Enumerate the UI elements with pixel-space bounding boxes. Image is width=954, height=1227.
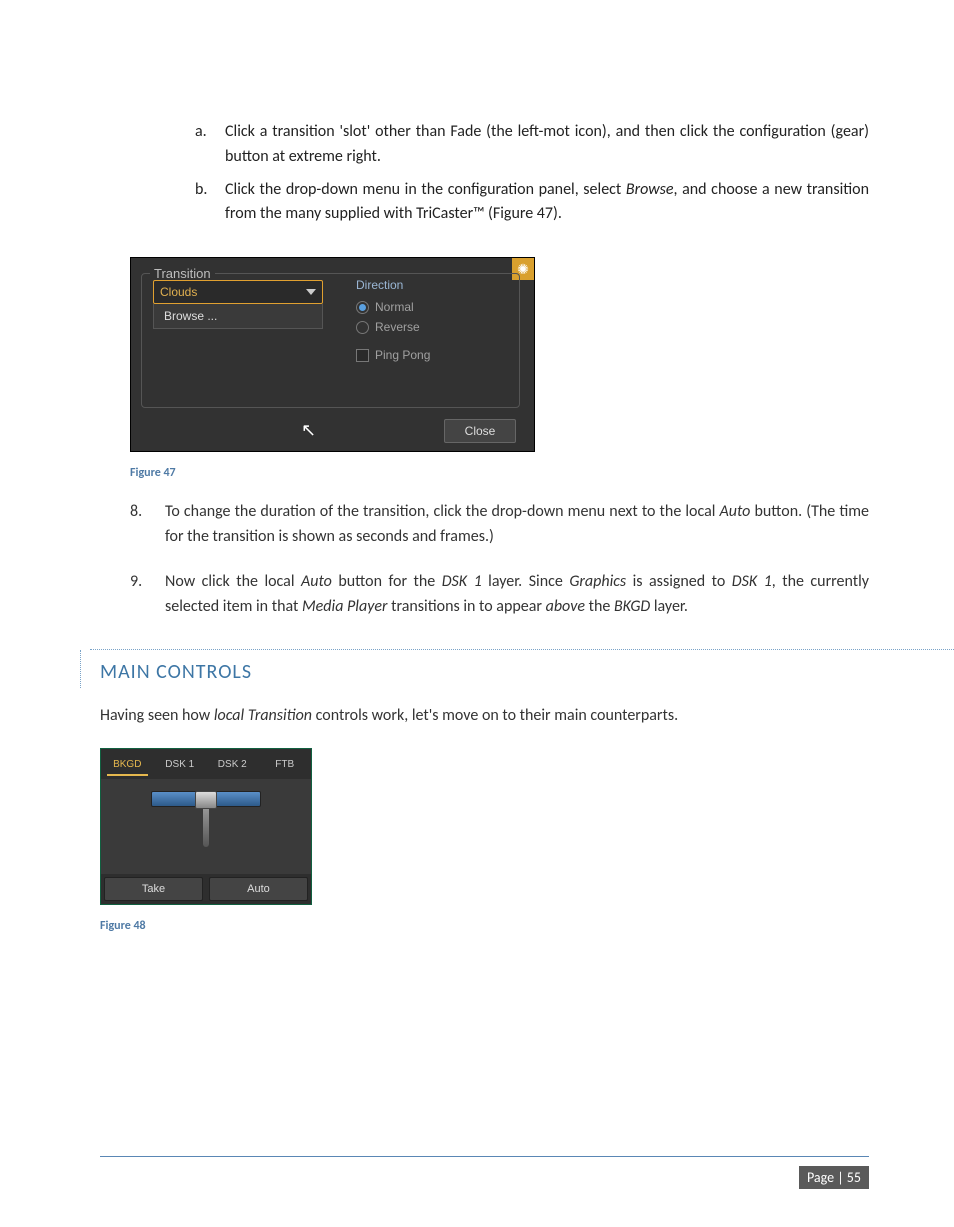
section-heading: MAIN CONTROLS xyxy=(100,650,954,684)
section-paragraph: Having seen how local Transition control… xyxy=(100,704,869,728)
marker-b: b. xyxy=(195,178,225,228)
figure-47-panel: ✺ Transition Clouds Browse ... Direction… xyxy=(130,257,535,452)
t9e: layer. Since xyxy=(482,572,570,591)
pb: local Transition xyxy=(214,706,312,725)
button-row: Take Auto xyxy=(101,874,311,904)
figure-48-caption: Figure 48 xyxy=(100,919,869,933)
chevron-down-icon xyxy=(306,289,316,295)
t9k: transitions in to appear xyxy=(387,597,545,616)
section-rule: MAIN CONTROLS xyxy=(90,649,954,684)
radio-normal[interactable]: Normal xyxy=(356,300,430,314)
browse-menu-item[interactable]: Browse ... xyxy=(153,304,323,329)
reverse-label: Reverse xyxy=(375,320,420,334)
radio-reverse[interactable]: Reverse xyxy=(356,320,430,334)
t-bar-stick xyxy=(203,807,209,847)
clouds-label: Clouds xyxy=(160,285,197,299)
text-8: To change the duration of the transition… xyxy=(165,500,869,550)
t9c: button for the xyxy=(332,572,442,591)
section-left-dots xyxy=(80,650,81,688)
b-em: Browse xyxy=(626,180,674,199)
radio-icon xyxy=(356,321,369,334)
take-button[interactable]: Take xyxy=(104,877,203,901)
pingpong-label: Ping Pong xyxy=(375,348,430,362)
cursor-icon: ↖ xyxy=(301,420,316,441)
t9j: Media Player xyxy=(302,597,388,616)
direction-column: Direction Normal Reverse Ping Pong xyxy=(356,278,430,362)
t9f: Graphics xyxy=(569,572,626,591)
t9m: the xyxy=(585,597,614,616)
t-bar[interactable] xyxy=(151,791,261,847)
transition-slot-column: Clouds Browse ... xyxy=(153,280,323,329)
sub-item-b: b. Click the drop-down menu in the confi… xyxy=(195,178,869,228)
text-b: Click the drop-down menu in the configur… xyxy=(225,178,869,228)
tab-bkgd[interactable]: BKGD xyxy=(101,749,154,779)
tab-dsk2[interactable]: DSK 2 xyxy=(206,749,259,779)
transition-slot-clouds[interactable]: Clouds xyxy=(153,280,323,304)
checkbox-icon xyxy=(356,349,369,362)
b-pre: Click the drop-down menu in the configur… xyxy=(225,180,626,199)
t9o: layer. xyxy=(650,597,688,616)
pc: controls work, let's move on to their ma… xyxy=(312,706,678,725)
item-9: 9. Now click the local Auto button for t… xyxy=(130,570,869,620)
normal-label: Normal xyxy=(375,300,414,314)
t8b: Auto xyxy=(720,502,751,521)
sub-item-a: a. Click a transition 'slot' other than … xyxy=(195,120,869,170)
t-bar-track xyxy=(151,791,261,807)
transition-legend: Transition xyxy=(150,266,215,281)
t9d: DSK 1 xyxy=(442,572,482,591)
marker-a: a. xyxy=(195,120,225,170)
t9b: Auto xyxy=(301,572,332,591)
tab-dsk1[interactable]: DSK 1 xyxy=(154,749,207,779)
footer-rule xyxy=(100,1156,869,1157)
direction-label: Direction xyxy=(356,278,430,292)
marker-9: 9. xyxy=(130,570,165,620)
t9a: Now click the local xyxy=(165,572,301,591)
t9l: above xyxy=(546,597,585,616)
close-button[interactable]: Close xyxy=(444,419,516,443)
tab-ftb[interactable]: FTB xyxy=(259,749,312,779)
text-9: Now click the local Auto button for the … xyxy=(165,570,869,620)
page-number: Page | 55 xyxy=(799,1166,869,1189)
checkbox-pingpong[interactable]: Ping Pong xyxy=(356,348,430,362)
t9h: DSK 1 xyxy=(732,572,772,591)
pa: Having seen how xyxy=(100,706,214,725)
text-a: Click a transition 'slot' other than Fad… xyxy=(225,120,869,170)
figure-47-caption: Figure 47 xyxy=(130,466,869,480)
marker-8: 8. xyxy=(130,500,165,550)
auto-button[interactable]: Auto xyxy=(209,877,308,901)
figure-48-panel: BKGD DSK 1 DSK 2 FTB Take Auto xyxy=(100,748,312,905)
tab-row: BKGD DSK 1 DSK 2 FTB xyxy=(101,749,311,779)
t8a: To change the duration of the transition… xyxy=(165,502,720,521)
t9g: is assigned to xyxy=(626,572,732,591)
t9n: BKGD xyxy=(614,597,650,616)
item-8: 8. To change the duration of the transit… xyxy=(130,500,869,550)
t-bar-handle[interactable] xyxy=(195,791,217,809)
sub-list: a. Click a transition 'slot' other than … xyxy=(195,120,869,227)
radio-icon-selected xyxy=(356,301,369,314)
numbered-list: 8. To change the duration of the transit… xyxy=(130,500,869,619)
